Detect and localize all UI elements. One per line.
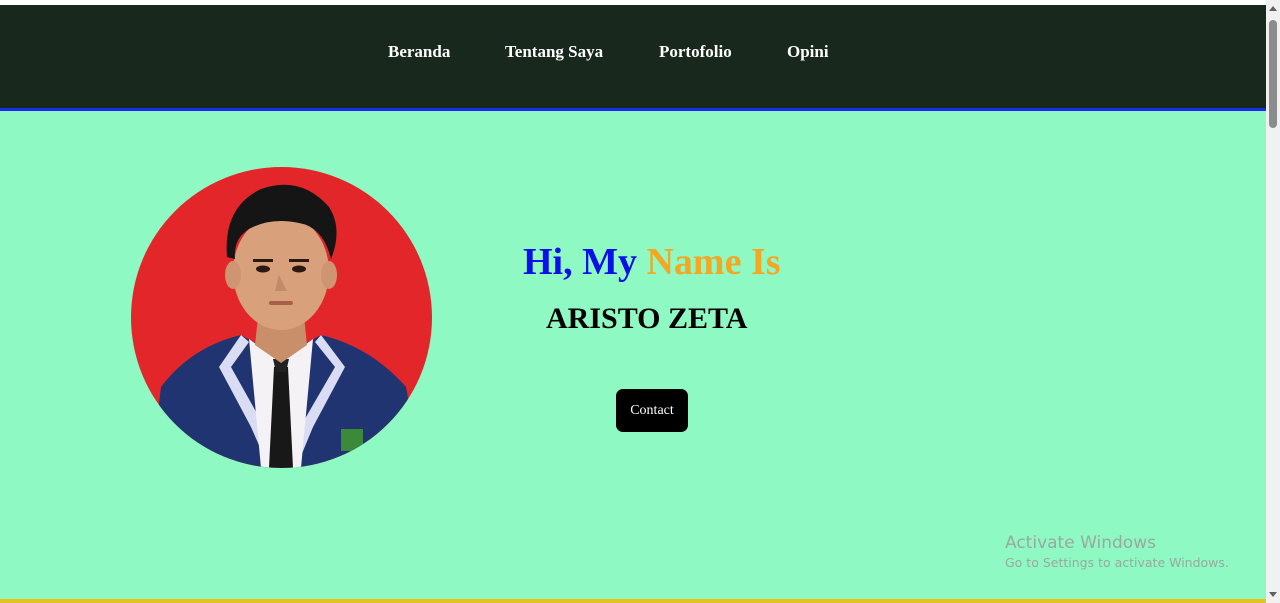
nav-item-opini[interactable]: Opini: [787, 42, 829, 62]
greeting-heading: Hi, My Name Is: [523, 239, 781, 285]
person-name: ARISTO ZETA: [546, 302, 748, 335]
contact-button[interactable]: Contact: [616, 389, 688, 432]
greeting-part-orange: Name Is: [646, 241, 781, 283]
nav-item-tentang-saya[interactable]: Tentang Saya: [505, 42, 603, 62]
watermark-subtitle: Go to Settings to activate Windows.: [1005, 555, 1229, 570]
scroll-down-arrow-icon[interactable]: [1269, 592, 1277, 597]
nav-item-beranda[interactable]: Beranda: [388, 42, 450, 62]
nav-item-portofolio[interactable]: Portofolio: [659, 42, 732, 62]
watermark-title: Activate Windows: [1005, 533, 1156, 553]
greeting-part-blue: Hi, My: [523, 241, 637, 283]
windows-activation-watermark: Activate Windows Go to Settings to activ…: [1005, 533, 1229, 572]
vertical-scrollbar[interactable]: [1266, 0, 1280, 603]
profile-photo-illustration: [131, 167, 432, 468]
section-divider: [0, 599, 1266, 603]
scroll-thumb[interactable]: [1269, 20, 1277, 128]
scroll-up-arrow-icon[interactable]: [1269, 6, 1277, 11]
navbar: Beranda Tentang Saya Portofolio Opini: [0, 5, 1266, 111]
hero-section: Hi, My Name Is ARISTO ZETA Contact Activ…: [0, 111, 1266, 599]
profile-photo: [131, 167, 432, 468]
